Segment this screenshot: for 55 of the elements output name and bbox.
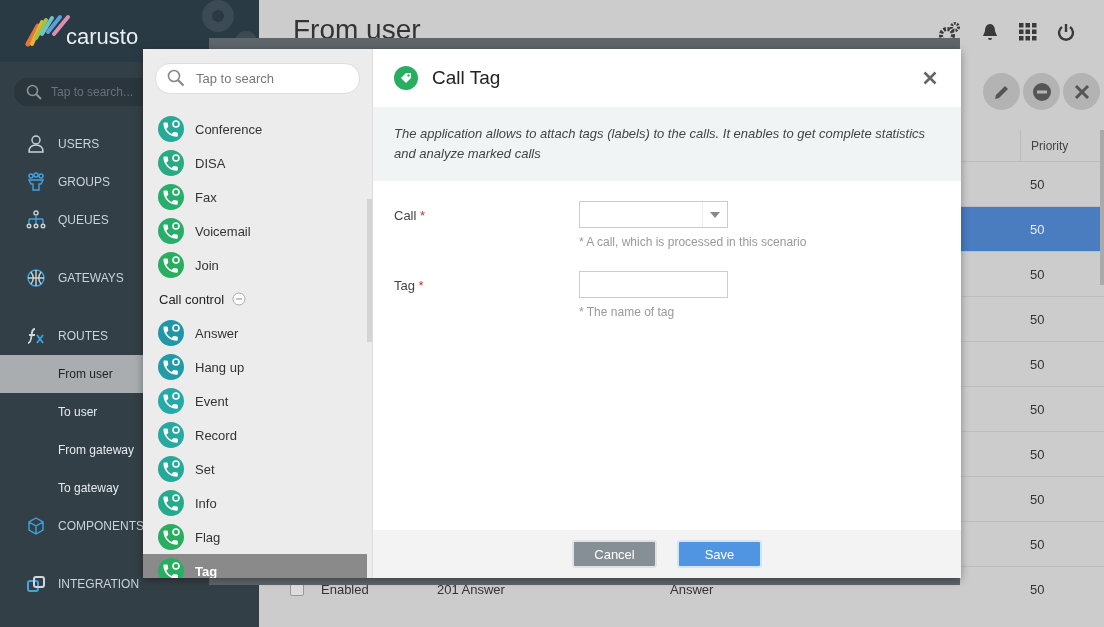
search-field[interactable]: Tap to search — [155, 63, 360, 94]
table-cell: 50 — [1030, 491, 1045, 507]
logo-text: carusto — [66, 26, 139, 48]
apps-grid-icon[interactable] — [1019, 23, 1037, 41]
list-item[interactable]: Voicemail — [143, 214, 367, 248]
minus-circle-icon — [1031, 81, 1052, 102]
table-cell: 50 — [1030, 536, 1045, 552]
input-field[interactable] — [579, 271, 728, 298]
table-cell: 50 — [1030, 266, 1045, 282]
list-item[interactable]: Join — [143, 248, 367, 282]
field-hint: * The name of tag — [579, 305, 676, 319]
hierarchy-icon — [26, 210, 46, 230]
tag-icon — [394, 66, 418, 90]
field-hint: * A call, which is processed in this scenario — [579, 235, 807, 249]
table-cell: 50 — [1030, 356, 1045, 372]
group-header: Call control — [159, 291, 225, 307]
table-cell: 50 — [1030, 176, 1045, 192]
table-cell: 50 — [1030, 221, 1045, 237]
search-icon — [167, 69, 185, 87]
globe-icon — [26, 268, 46, 288]
table-cell: Enabled — [321, 581, 369, 597]
list-item[interactable]: Answer — [143, 316, 367, 350]
table-cell: 50 — [1030, 401, 1045, 417]
table-cell: 201 Answer — [437, 581, 505, 597]
table-cell: 50 — [1030, 446, 1045, 462]
people-icon — [26, 172, 46, 192]
list-item[interactable]: Record — [143, 418, 367, 452]
disable-button[interactable] — [1023, 73, 1060, 110]
list-item[interactable]: Flag — [143, 520, 367, 554]
delete-button[interactable] — [1063, 73, 1100, 110]
table-cell: 50 — [1030, 311, 1045, 327]
cube-icon — [26, 516, 46, 536]
list-item[interactable]: Set — [143, 452, 367, 486]
edit-button[interactable] — [983, 73, 1020, 110]
list-item[interactable]: Info — [143, 486, 367, 520]
list-item[interactable]: Conference — [143, 112, 367, 146]
caret-icon — [710, 211, 720, 218]
squares-icon — [26, 574, 46, 594]
list-item[interactable]: DISA — [143, 146, 367, 180]
close-icon — [1072, 82, 1091, 101]
dialog-title: Call Tag — [432, 67, 502, 89]
field-label: Tag * — [394, 277, 425, 295]
scrollbar[interactable] — [367, 199, 372, 342]
table-cell: 50 — [1030, 581, 1045, 597]
field-label: Call * — [394, 207, 427, 225]
power-icon[interactable] — [1056, 22, 1076, 42]
description: The application allows to attach tags (labels) to the calls. It enables to get complete statistics and analyze marked calls — [373, 107, 961, 181]
list-item[interactable]: Fax — [143, 180, 367, 214]
search-icon — [26, 84, 42, 100]
user-icon — [26, 134, 46, 154]
scrollbar[interactable] — [1100, 130, 1104, 285]
table-cell: Answer — [670, 581, 714, 597]
bell-icon[interactable] — [980, 22, 1000, 42]
close-icon[interactable] — [923, 71, 937, 85]
function-icon — [26, 326, 46, 346]
